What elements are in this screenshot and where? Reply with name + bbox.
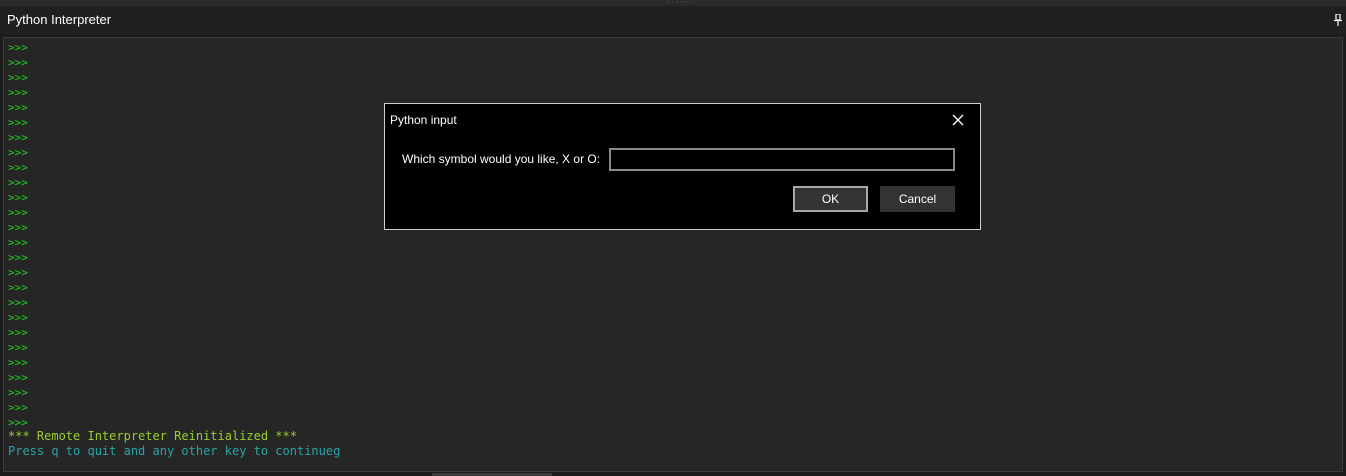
panel-title: Python Interpreter <box>7 12 112 27</box>
console-prompt-line: >>> <box>8 176 28 189</box>
panel-title-bar: Python Interpreter <box>0 6 1346 34</box>
pin-icon[interactable] <box>1333 14 1343 26</box>
console-prompt-line: >>> <box>8 296 28 309</box>
console-prompt-line: >>> <box>8 251 28 264</box>
console-prompt-line: >>> <box>8 386 28 399</box>
cancel-button[interactable]: Cancel <box>880 186 955 212</box>
console-prompt-line: >>> <box>8 311 28 324</box>
python-input-dialog: Python input Which symbol would you like… <box>384 103 981 230</box>
console-prompt-line: >>> <box>8 341 28 354</box>
symbol-input[interactable] <box>609 148 955 171</box>
console-prompt-line: >>> <box>8 236 28 249</box>
reinitialized-message: *** Remote Interpreter Reinitialized *** <box>8 429 297 443</box>
console-prompt-line: >>> <box>8 266 28 279</box>
continue-message: Press q to quit and any other key to con… <box>8 444 341 458</box>
console-prompt-line: >>> <box>8 221 28 234</box>
console-prompt-line: >>> <box>8 146 28 159</box>
console-prompt-line: >>> <box>8 206 28 219</box>
console-prompt-line: >>> <box>8 191 28 204</box>
console-prompt-line: >>> <box>8 281 28 294</box>
console-prompt-line: >>> <box>8 101 28 114</box>
ok-button[interactable]: OK <box>793 186 868 212</box>
console-prompt-line: >>> <box>8 356 28 369</box>
console-prompt-line: >>> <box>8 56 28 69</box>
symbol-prompt-label: Which symbol would you like, X or O: <box>402 152 601 166</box>
console-prompt-line: >>> <box>8 131 28 144</box>
console-prompt-line: >>> <box>8 86 28 99</box>
console-prompt-line: >>> <box>8 401 28 414</box>
console-prompt-line: >>> <box>8 41 28 54</box>
console-prompt-line: >>> <box>8 71 28 84</box>
prompt-list: >>> >>> >>> >>> >>> >>> >>> >>> >>> >>> >>> >>> >>> >… <box>8 40 28 430</box>
splitter-grip[interactable]: ······· <box>666 1 694 4</box>
console-prompt-line: >>> <box>8 116 28 129</box>
console-prompt-line: >>> <box>8 326 28 339</box>
console-prompt-line: >>> <box>8 416 28 429</box>
console-prompt-line: >>> <box>8 161 28 174</box>
console-prompt-line: >>> <box>8 371 28 384</box>
close-icon[interactable] <box>947 109 969 131</box>
dialog-title: Python input <box>390 113 457 127</box>
